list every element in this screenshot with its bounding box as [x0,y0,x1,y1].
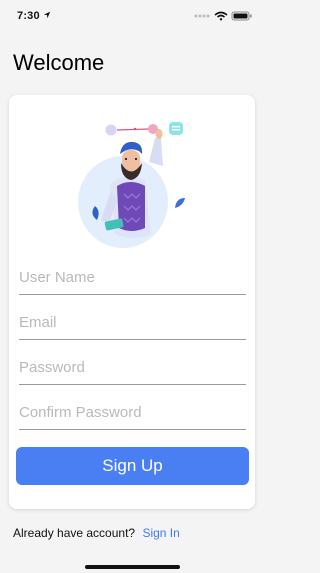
status-time: 7:30 [17,10,40,22]
email-field[interactable] [19,310,246,340]
home-indicator[interactable] [85,565,180,569]
password-field[interactable] [19,355,246,385]
page-title: Welcome [13,50,105,75]
signin-prompt-text: Already have account? [13,526,136,540]
person-with-phone-illustration [78,122,185,248]
signal-dots-icon [194,14,210,18]
status-bar: 7:30 [0,0,265,30]
signup-button[interactable]: Sign Up [16,447,249,485]
wifi-icon [214,11,228,21]
location-arrow-icon [43,11,51,19]
signup-card: Sign Up [9,95,255,509]
confirm-password-field[interactable] [19,400,246,430]
status-icons [194,11,252,21]
battery-icon [231,11,252,21]
username-field[interactable] [19,265,246,295]
signin-link[interactable]: Sign In [142,526,179,540]
signin-prompt: Already have account? Sign In [13,526,180,540]
